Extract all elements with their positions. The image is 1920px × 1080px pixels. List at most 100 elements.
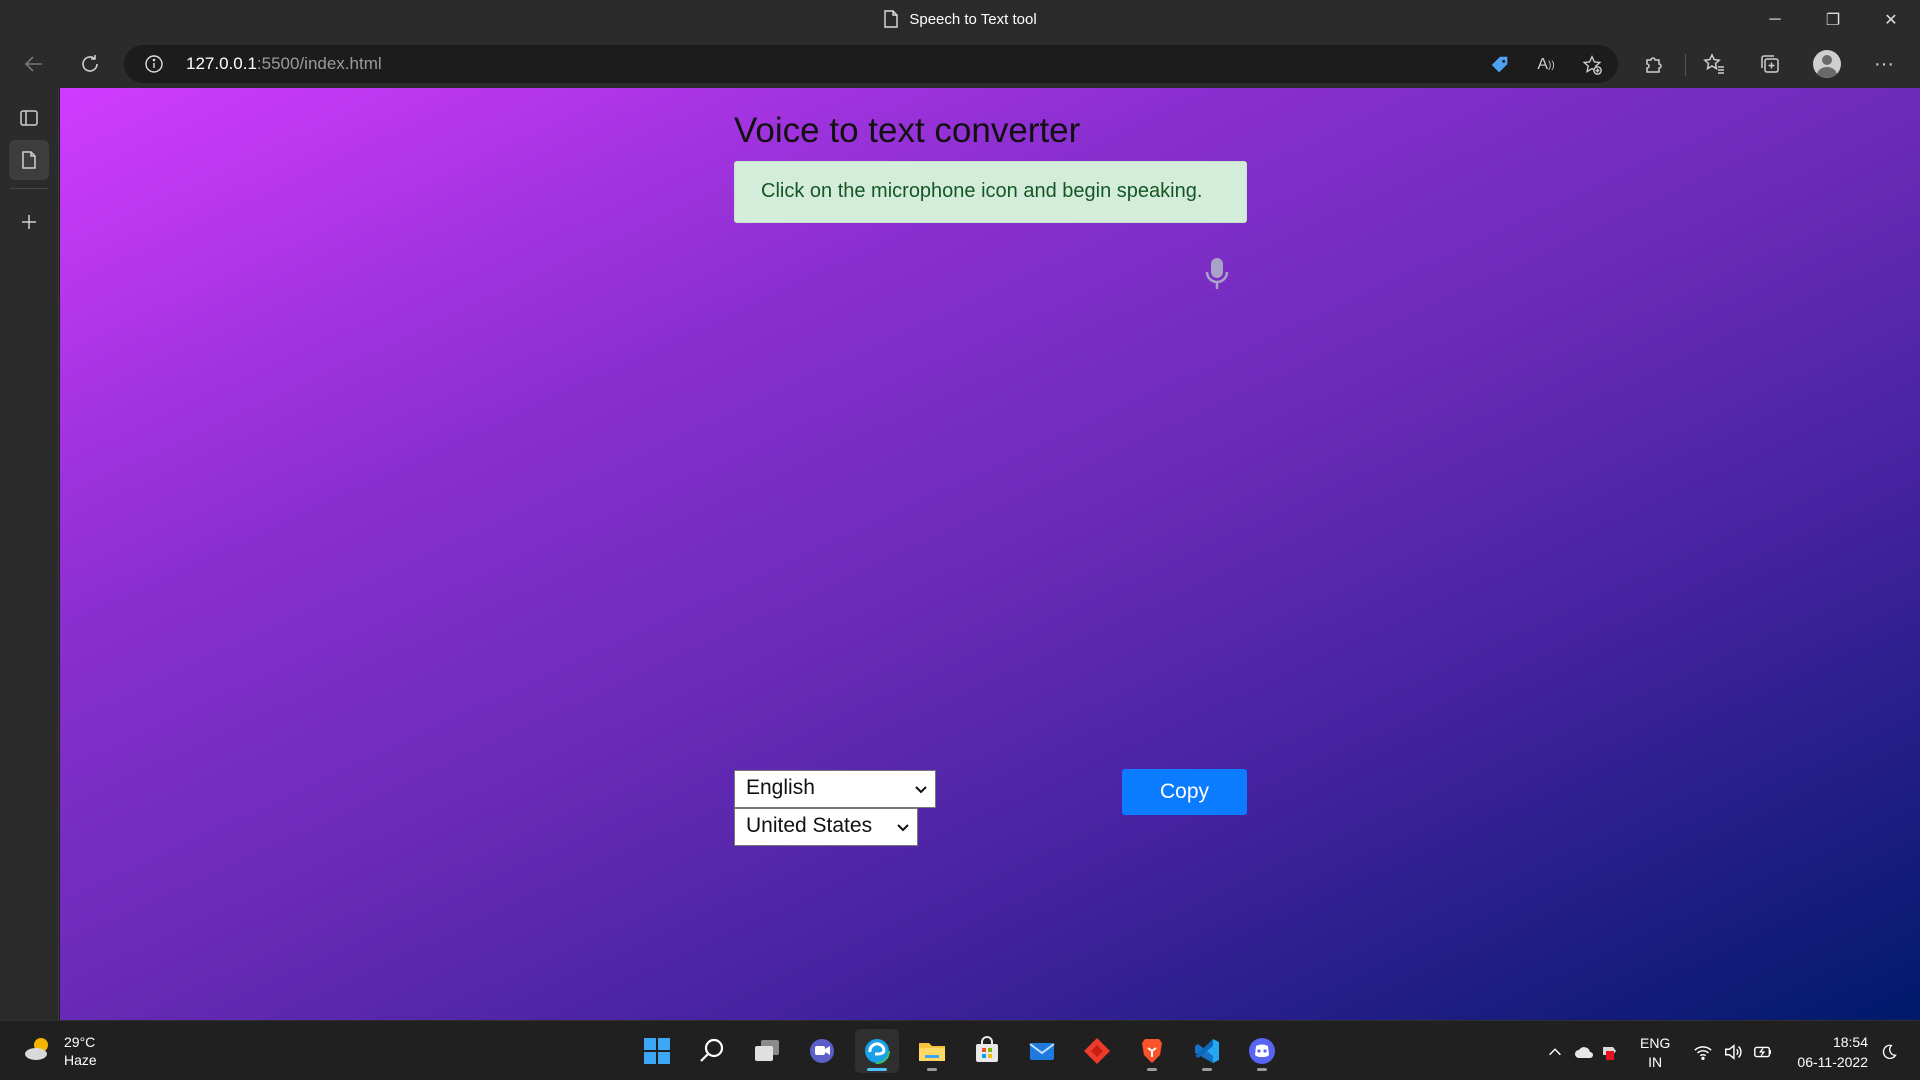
input-language-indicator[interactable]: ENG IN [1640, 1034, 1670, 1072]
dialect-select[interactable]: United States [734, 808, 918, 846]
collections-button[interactable] [1752, 46, 1788, 82]
taskbar: 29°C Haze ENG IN 18:54 06-11-2022 [0, 1020, 1920, 1080]
plus-icon [22, 215, 36, 229]
show-hidden-icons-button[interactable] [1544, 1041, 1566, 1063]
microphone-button[interactable] [1203, 256, 1231, 292]
page-icon [884, 10, 899, 28]
volume-tray-icon[interactable] [1722, 1041, 1744, 1063]
search-icon [700, 1038, 724, 1062]
copy-button[interactable]: Copy [1122, 769, 1247, 815]
coupon-tag-icon[interactable] [1488, 53, 1512, 77]
weather-desc: Haze [64, 1052, 97, 1068]
minimize-button[interactable]: ─ [1746, 0, 1804, 40]
clock-time: 18:54 [1832, 1034, 1868, 1050]
cloud-icon [1575, 1047, 1593, 1058]
anydesk-button[interactable] [1075, 1029, 1119, 1073]
mail-icon [1029, 1043, 1055, 1060]
favorites-button[interactable] [1696, 46, 1732, 82]
focus-assist-button[interactable] [1878, 1041, 1900, 1063]
chevron-up-icon [1549, 1048, 1561, 1056]
url-text[interactable]: 127.0.0.1:5500/index.html [186, 54, 382, 74]
app-tray-icon [1603, 1047, 1616, 1060]
read-aloud-icon[interactable]: A)) [1534, 53, 1558, 77]
vscode-icon [1195, 1039, 1219, 1063]
profile-avatar[interactable] [1813, 50, 1841, 78]
weather-haze-icon [22, 1033, 54, 1065]
vscode-button[interactable] [1185, 1029, 1229, 1073]
task-view-icon [755, 1040, 779, 1061]
add-favorite-icon[interactable] [1580, 53, 1604, 77]
chat-icon [810, 1039, 834, 1063]
lang-top: ENG [1640, 1035, 1671, 1051]
task-view-button[interactable] [745, 1029, 789, 1073]
battery-charging-icon [1754, 1046, 1771, 1058]
favorites-icon [1703, 53, 1724, 74]
window-title: Speech to Text tool [0, 10, 1920, 28]
active-indicator [867, 1068, 887, 1071]
windows-logo-icon [644, 1038, 670, 1064]
anydesk-tray-icon[interactable] [1600, 1041, 1622, 1063]
refresh-button[interactable] [72, 46, 108, 82]
clock-date: 06-11-2022 [1797, 1054, 1868, 1070]
store-button[interactable] [965, 1029, 1009, 1073]
tab-actions-icon [20, 110, 38, 126]
running-indicator [1202, 1068, 1212, 1071]
puzzle-icon [1646, 57, 1662, 73]
collections-icon [1761, 55, 1779, 73]
taskbar-clock[interactable]: 18:54 06-11-2022 [1790, 1032, 1868, 1072]
close-button[interactable]: ✕ [1862, 0, 1920, 40]
language-select[interactable]: English [734, 770, 936, 808]
teams-chat-button[interactable] [800, 1029, 844, 1073]
weather-widget[interactable]: 29°C Haze [22, 1033, 97, 1069]
microphone-icon [1205, 258, 1229, 289]
toolbar-separator [1685, 54, 1686, 76]
vertical-tabs-sidebar [0, 88, 59, 1020]
info-icon[interactable] [144, 54, 164, 74]
chevron-down-icon [915, 786, 927, 794]
battery-tray-icon[interactable] [1752, 1041, 1774, 1063]
lang-bottom: IN [1648, 1054, 1663, 1070]
extensions-button[interactable] [1636, 46, 1672, 82]
file-explorer-button[interactable] [910, 1029, 954, 1073]
tab-actions-button[interactable] [9, 98, 49, 138]
speaker-icon [1725, 1044, 1742, 1060]
title-bar: Speech to Text tool ─ ❐ ✕ [0, 0, 1920, 40]
back-button[interactable] [16, 46, 52, 82]
discord-button[interactable] [1240, 1029, 1284, 1073]
page-content: Voice to text converter Click on the mic… [60, 88, 1920, 1020]
refresh-icon [82, 55, 98, 72]
weather-temp: 29°C [64, 1034, 96, 1050]
mail-button[interactable] [1020, 1029, 1064, 1073]
page-heading: Voice to text converter [734, 111, 1081, 150]
brave-browser-button[interactable] [1130, 1029, 1174, 1073]
sidebar-divider [10, 188, 48, 189]
diamond-app-icon [1084, 1038, 1110, 1064]
tab-speech-to-text[interactable] [9, 140, 49, 180]
language-select-value: English [746, 776, 815, 799]
wifi-tray-icon[interactable] [1692, 1041, 1714, 1063]
address-bar[interactable]: 127.0.0.1:5500/index.html A)) [124, 45, 1618, 83]
brave-lion-icon [1142, 1039, 1162, 1063]
edge-browser-button[interactable] [855, 1029, 899, 1073]
wifi-icon [1694, 1046, 1712, 1060]
restore-button[interactable]: ❐ [1804, 0, 1862, 40]
dialect-select-value: United States [746, 814, 873, 837]
onedrive-tray-icon[interactable] [1573, 1041, 1595, 1063]
discord-icon [1249, 1038, 1275, 1064]
search-button[interactable] [690, 1029, 734, 1073]
browser-toolbar: 127.0.0.1:5500/index.html A)) ··· [0, 40, 1920, 88]
running-indicator [1257, 1068, 1267, 1071]
moon-icon [1882, 1044, 1897, 1060]
window-title-text: Speech to Text tool [909, 10, 1037, 28]
page-icon [22, 151, 36, 169]
store-icon [976, 1036, 998, 1062]
running-indicator [927, 1068, 937, 1071]
running-indicator [1147, 1068, 1157, 1071]
folder-icon [919, 1043, 945, 1061]
arrow-left-icon [24, 56, 42, 72]
more-menu-button[interactable]: ··· [1866, 46, 1902, 82]
new-tab-button[interactable] [9, 202, 49, 242]
instruction-alert: Click on the microphone icon and begin s… [734, 161, 1247, 223]
chevron-down-icon [897, 824, 909, 832]
start-button[interactable] [635, 1029, 679, 1073]
